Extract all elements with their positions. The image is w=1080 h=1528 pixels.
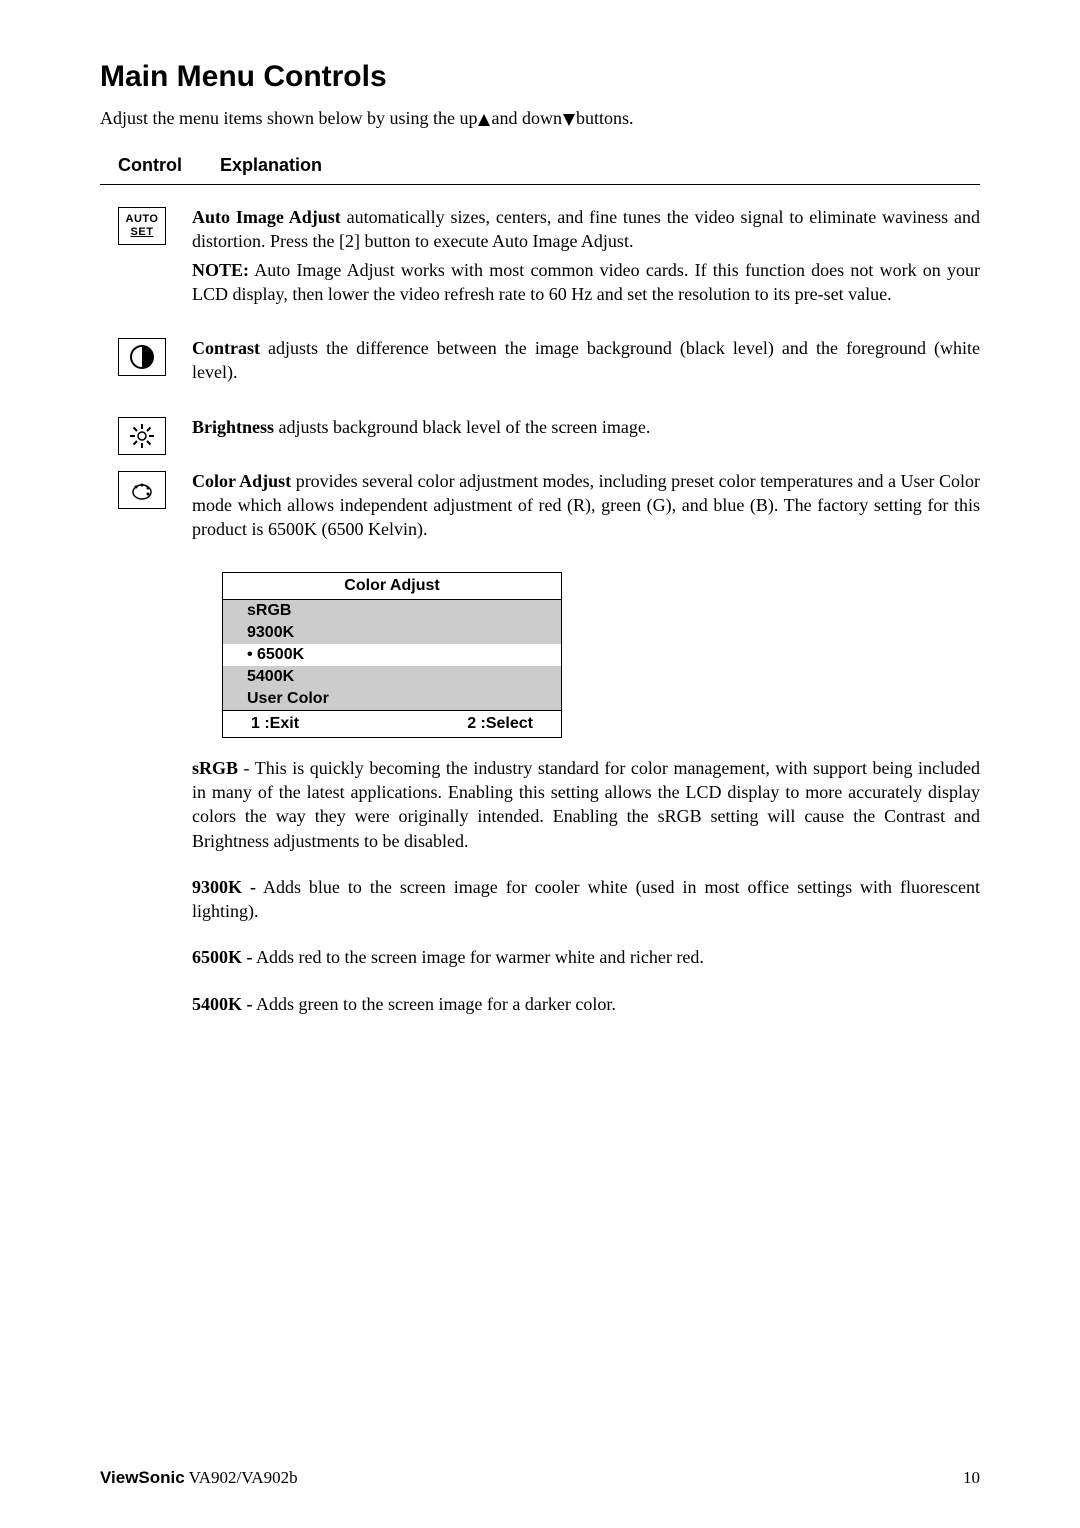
auto-set-line2: SET bbox=[131, 226, 154, 238]
color-adjust-rest: provides several color adjustment modes,… bbox=[192, 471, 980, 540]
contrast-section: Contrast adjusts the difference between … bbox=[100, 336, 980, 389]
k6500-desc: 6500K - Adds red to the screen image for… bbox=[192, 945, 980, 969]
k9300-desc: 9300K - Adds blue to the screen image fo… bbox=[192, 875, 980, 924]
triangle-up-icon bbox=[478, 114, 490, 126]
intro-mid: and down bbox=[491, 108, 562, 128]
contrast-rest: adjusts the difference between the image… bbox=[192, 338, 980, 382]
page-title: Main Menu Controls bbox=[100, 60, 980, 94]
bullet-icon: • bbox=[247, 646, 257, 664]
osd-exit: 1 :Exit bbox=[251, 715, 299, 733]
auto-note-bold: NOTE: bbox=[192, 260, 249, 280]
intro-pre: Adjust the menu items shown below by usi… bbox=[100, 108, 477, 128]
osd-row-srgb: sRGB bbox=[223, 600, 561, 622]
srgb-rest: - This is quickly becoming the industry … bbox=[192, 758, 980, 851]
contrast-desc: Contrast adjusts the difference between … bbox=[192, 336, 980, 385]
srgb-bold: sRGB bbox=[192, 758, 238, 778]
header-explanation: Explanation bbox=[220, 155, 322, 176]
color-adjust-icon bbox=[118, 471, 166, 509]
osd-row-5400k: 5400K bbox=[223, 666, 561, 688]
table-header: Control Explanation bbox=[100, 155, 980, 176]
k9300-rest: Adds blue to the screen image for cooler… bbox=[192, 877, 980, 921]
k6500-rest: Adds red to the screen image for warmer … bbox=[253, 947, 704, 967]
auto-note-rest: Auto Image Adjust works with most common… bbox=[192, 260, 980, 304]
osd-row-usercolor: User Color bbox=[223, 688, 561, 710]
auto-adjust-bold: Auto Image Adjust bbox=[192, 207, 341, 227]
brightness-rest: adjusts background black level of the sc… bbox=[274, 417, 650, 437]
osd-footer: 1 :Exit 2 :Select bbox=[223, 711, 561, 737]
osd-6500k-label: 6500K bbox=[257, 646, 304, 663]
osd-select: 2 :Select bbox=[467, 715, 533, 733]
k5400-bold: 5400K - bbox=[192, 994, 253, 1014]
footer-brand: ViewSonic bbox=[100, 1468, 185, 1487]
auto-adjust-desc: Auto Image Adjust automatically sizes, c… bbox=[192, 205, 980, 254]
color-adjust-section: Color Adjust provides several color adju… bbox=[100, 469, 980, 546]
osd-title: Color Adjust bbox=[223, 573, 561, 600]
header-control: Control bbox=[118, 155, 210, 176]
triangle-down-icon bbox=[563, 114, 575, 126]
intro-post: buttons. bbox=[576, 108, 634, 128]
k6500-bold: 6500K - bbox=[192, 947, 253, 967]
srgb-desc: sRGB - This is quickly becoming the indu… bbox=[192, 756, 980, 853]
osd-row-6500k-selected: •6500K bbox=[229, 644, 555, 666]
auto-adjust-note: NOTE: Auto Image Adjust works with most … bbox=[192, 258, 980, 307]
k5400-rest: Adds green to the screen image for a dar… bbox=[253, 994, 616, 1014]
contrast-icon bbox=[118, 338, 166, 376]
page-footer: ViewSonic VA902/VA902b 10 bbox=[100, 1468, 980, 1488]
color-adjust-bold: Color Adjust bbox=[192, 471, 291, 491]
intro-text: Adjust the menu items shown below by usi… bbox=[100, 108, 980, 129]
footer-model: VA902/VA902b bbox=[185, 1468, 298, 1487]
auto-set-icon: AUTO SET bbox=[118, 207, 166, 245]
auto-set-line1: AUTO bbox=[126, 213, 159, 225]
brightness-bold: Brightness bbox=[192, 417, 274, 437]
page-number: 10 bbox=[963, 1468, 980, 1488]
contrast-bold: Contrast bbox=[192, 338, 260, 358]
osd-color-adjust-menu: Color Adjust sRGB 9300K •6500K 5400K Use… bbox=[222, 572, 562, 738]
k9300-bold: 9300K - bbox=[192, 877, 256, 897]
brightness-desc: Brightness adjusts background black leve… bbox=[192, 415, 980, 439]
auto-image-adjust-section: AUTO SET Auto Image Adjust automatically… bbox=[100, 205, 980, 310]
osd-row-9300k: 9300K bbox=[223, 622, 561, 644]
k5400-desc: 5400K - Adds green to the screen image f… bbox=[192, 992, 980, 1016]
header-divider bbox=[100, 184, 980, 185]
color-adjust-desc: Color Adjust provides several color adju… bbox=[192, 469, 980, 542]
brightness-icon bbox=[118, 417, 166, 455]
brightness-section: Brightness adjusts background black leve… bbox=[100, 415, 980, 455]
